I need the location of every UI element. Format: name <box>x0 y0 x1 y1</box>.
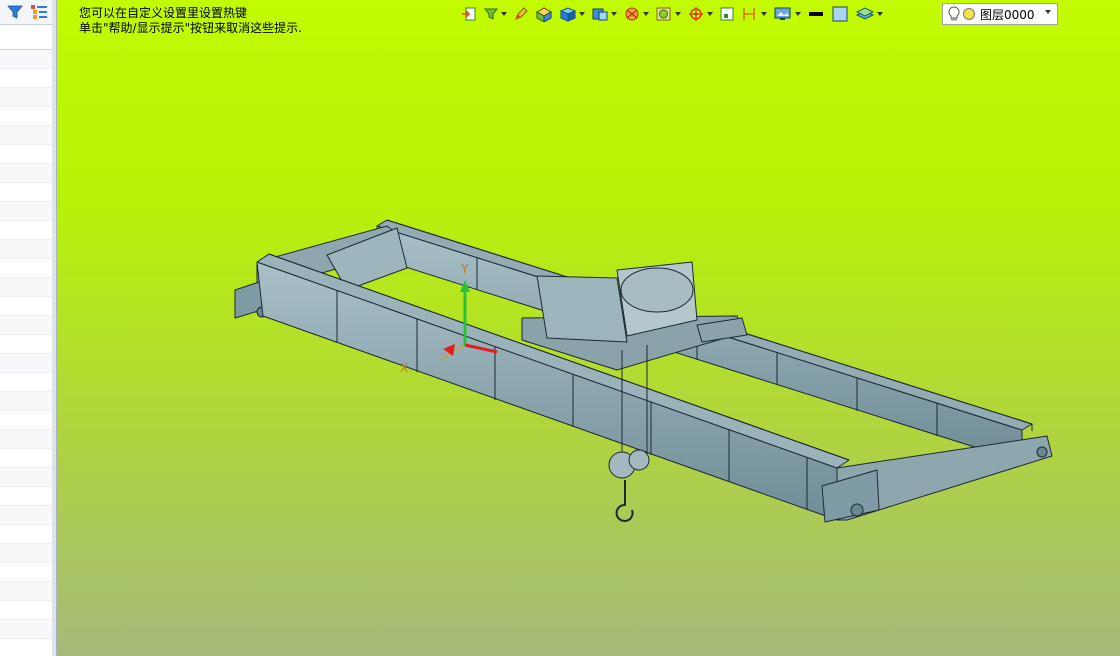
tree-row[interactable] <box>0 449 52 468</box>
tree-row[interactable] <box>0 202 52 221</box>
tree-row[interactable] <box>0 259 52 278</box>
list-options-button[interactable] <box>28 2 50 22</box>
3d-viewport[interactable]: 您可以在自定义设置里设置热键 单击"帮助/显示提示"按钮来取消这些提示. 图层0… <box>57 0 1120 656</box>
filter-icon <box>7 5 23 19</box>
filter-button[interactable] <box>4 2 26 22</box>
tree-row[interactable] <box>0 69 52 88</box>
tree-row[interactable] <box>0 639 52 656</box>
tree-row[interactable] <box>0 392 52 411</box>
tree-row[interactable] <box>0 126 52 145</box>
tree-row[interactable] <box>0 506 52 525</box>
tree-row[interactable] <box>0 221 52 240</box>
panel-scrollbar[interactable] <box>52 0 56 656</box>
tree-row[interactable] <box>0 335 52 354</box>
tree-row[interactable] <box>0 278 52 297</box>
tree-row[interactable] <box>0 544 52 563</box>
tree-row[interactable] <box>0 487 52 506</box>
tree-row[interactable] <box>0 601 52 620</box>
tree-row[interactable] <box>0 50 52 69</box>
tree-row[interactable] <box>0 430 52 449</box>
tree-row[interactable] <box>0 145 52 164</box>
tree-row[interactable] <box>0 373 52 392</box>
tree-row[interactable] <box>0 525 52 544</box>
tree-row[interactable] <box>0 563 52 582</box>
tree-row[interactable] <box>0 164 52 183</box>
tree-row[interactable] <box>0 316 52 335</box>
y-axis-label: Y <box>460 262 469 276</box>
x-axis-label: X <box>400 361 408 375</box>
tree-row[interactable] <box>0 297 52 316</box>
tree-row[interactable] <box>0 582 52 601</box>
tree-row[interactable] <box>0 411 52 430</box>
panel-filter-field[interactable] <box>0 25 56 50</box>
tree-row[interactable] <box>0 183 52 202</box>
crane-model[interactable]: Y X <box>57 0 1120 656</box>
list-options-icon <box>31 5 47 19</box>
history-tree <box>0 50 52 656</box>
tree-row[interactable] <box>0 620 52 639</box>
left-panel <box>0 0 57 656</box>
panel-toolbar <box>0 0 56 25</box>
right-end-carriage <box>821 435 1053 523</box>
tree-row[interactable] <box>0 107 52 126</box>
tree-row[interactable] <box>0 354 52 373</box>
tree-row[interactable] <box>0 88 52 107</box>
tree-row[interactable] <box>0 468 52 487</box>
tree-row[interactable] <box>0 240 52 259</box>
